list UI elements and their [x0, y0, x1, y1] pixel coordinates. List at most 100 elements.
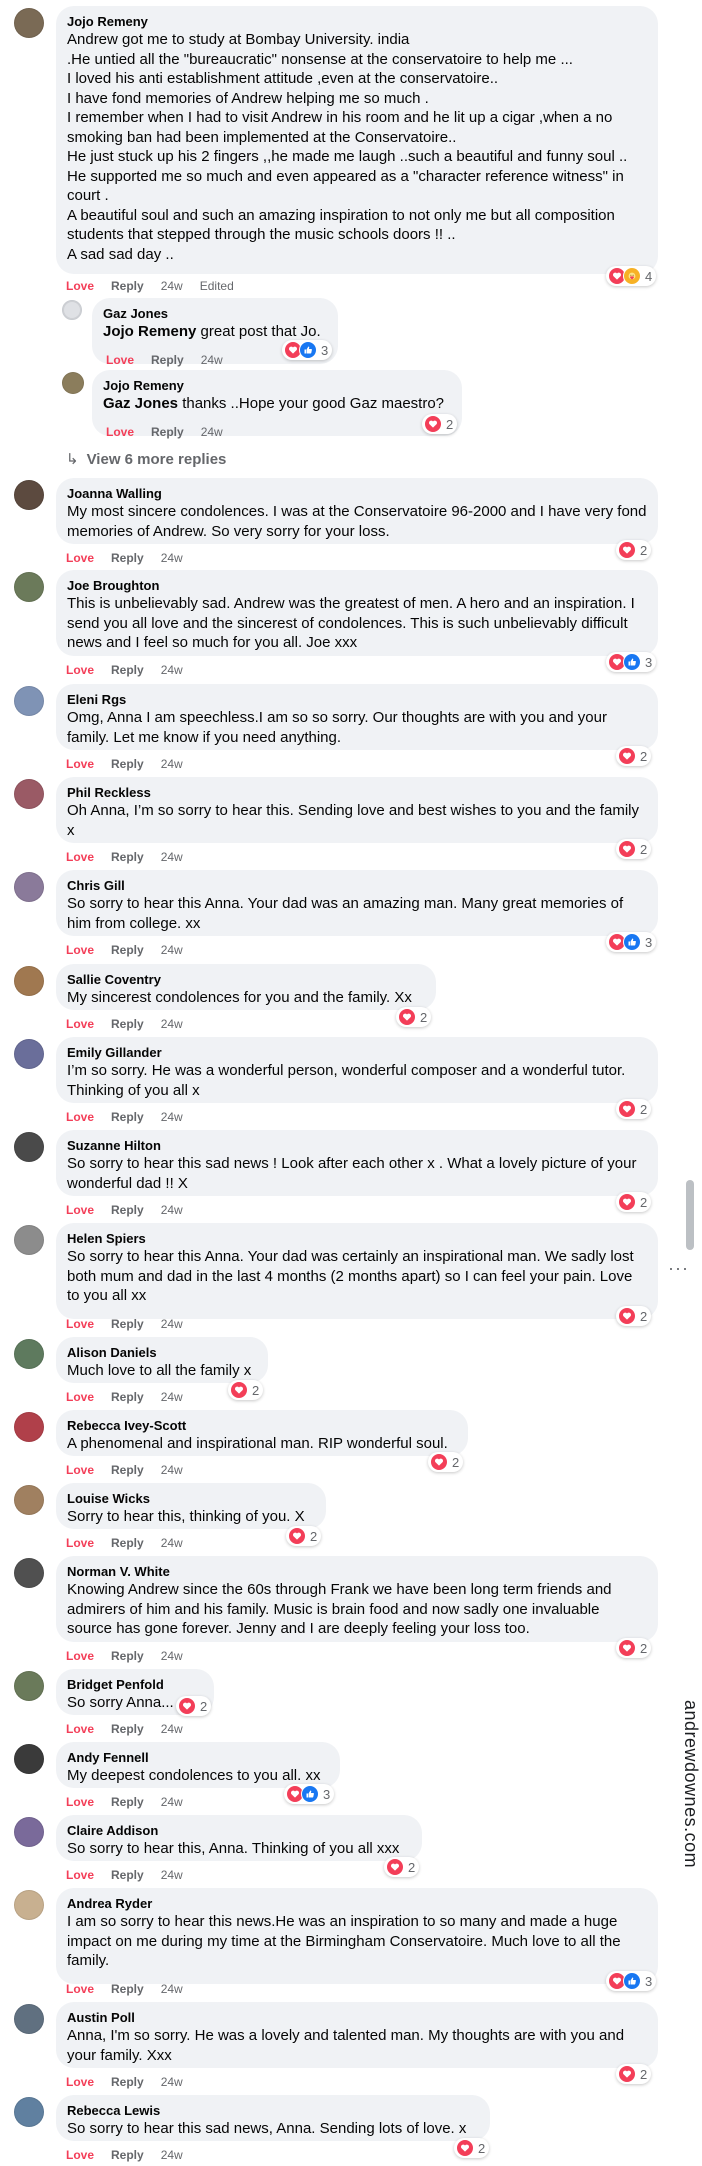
reply-button[interactable]: Reply	[111, 1868, 144, 1882]
commenter-name[interactable]: Jojo Remeny	[103, 377, 451, 394]
reply-button[interactable]: Reply	[111, 1390, 144, 1404]
love-button[interactable]: Love	[66, 551, 94, 565]
reaction-summary[interactable]: 2	[228, 1380, 264, 1400]
reaction-summary[interactable]: 2	[422, 414, 458, 434]
avatar[interactable]	[14, 1558, 44, 1588]
reaction-summary[interactable]: 2	[176, 1696, 212, 1716]
timestamp[interactable]: 24w	[161, 1982, 183, 1996]
reply-button[interactable]: Reply	[111, 1722, 144, 1736]
timestamp[interactable]: 24w	[161, 850, 183, 864]
reaction-summary[interactable]: 2	[616, 1192, 652, 1212]
love-button[interactable]: Love	[106, 353, 134, 367]
reply-button[interactable]: Reply	[111, 2148, 144, 2162]
reply-button[interactable]: Reply	[111, 1017, 144, 1031]
love-button[interactable]: Love	[66, 2075, 94, 2089]
commenter-name[interactable]: Andrea Ryder	[67, 1895, 647, 1912]
commenter-name[interactable]: Phil Reckless	[67, 784, 647, 801]
reaction-summary[interactable]: 2	[286, 1526, 322, 1546]
love-button[interactable]: Love	[66, 1536, 94, 1550]
reaction-summary[interactable]: 2	[384, 1857, 420, 1877]
reaction-summary[interactable]: 2	[616, 839, 652, 859]
avatar[interactable]	[14, 686, 44, 716]
timestamp[interactable]: 24w	[161, 1017, 183, 1031]
avatar[interactable]	[14, 480, 44, 510]
timestamp[interactable]: 24w	[161, 1795, 183, 1809]
reaction-summary[interactable]: 2	[396, 1007, 432, 1027]
love-button[interactable]: Love	[66, 1203, 94, 1217]
reaction-summary[interactable]: 3	[284, 1784, 335, 1804]
timestamp[interactable]: 24w	[161, 1649, 183, 1663]
avatar[interactable]	[14, 1744, 44, 1774]
reaction-summary[interactable]: 3	[606, 1971, 657, 1991]
commenter-name[interactable]: Helen Spiers	[67, 1230, 647, 1247]
timestamp[interactable]: 24w	[161, 1536, 183, 1550]
commenter-name[interactable]: Gaz Jones	[103, 305, 327, 322]
avatar[interactable]	[14, 1039, 44, 1069]
avatar[interactable]	[14, 572, 44, 602]
reply-button[interactable]: Reply	[111, 1982, 144, 1996]
commenter-name[interactable]: Joe Broughton	[67, 577, 647, 594]
reply-button[interactable]: Reply	[151, 353, 184, 367]
timestamp[interactable]: 24w	[161, 2148, 183, 2162]
timestamp[interactable]: 24w	[161, 1868, 183, 1882]
scrollbar-thumb[interactable]	[686, 1180, 694, 1250]
commenter-name[interactable]: Claire Addison	[67, 1822, 411, 1839]
love-button[interactable]: Love	[66, 1795, 94, 1809]
timestamp[interactable]: 24w	[201, 425, 223, 439]
commenter-name[interactable]: Austin Poll	[67, 2009, 647, 2026]
reaction-summary[interactable]: 2	[616, 1638, 652, 1658]
timestamp[interactable]: 24w	[161, 1390, 183, 1404]
reaction-summary[interactable]: 2	[616, 540, 652, 560]
reaction-summary[interactable]: 2	[616, 746, 652, 766]
commenter-name[interactable]: Rebecca Lewis	[67, 2102, 479, 2119]
commenter-name[interactable]: Alison Daniels	[67, 1344, 257, 1361]
reply-button[interactable]: Reply	[111, 1110, 144, 1124]
reply-button[interactable]: Reply	[111, 1317, 144, 1331]
avatar[interactable]	[62, 372, 84, 394]
timestamp[interactable]: 24w	[161, 1203, 183, 1217]
reply-button[interactable]: Reply	[111, 1536, 144, 1550]
reply-button[interactable]: Reply	[111, 943, 144, 957]
love-button[interactable]: Love	[66, 1722, 94, 1736]
reply-button[interactable]: Reply	[111, 2075, 144, 2089]
avatar[interactable]	[14, 1890, 44, 1920]
reply-button[interactable]: Reply	[111, 1649, 144, 1663]
avatar[interactable]	[14, 966, 44, 996]
love-button[interactable]: Love	[66, 279, 94, 293]
love-button[interactable]: Love	[66, 1649, 94, 1663]
mention-tag[interactable]: Gaz Jones	[103, 395, 178, 412]
love-button[interactable]: Love	[66, 850, 94, 864]
reply-button[interactable]: Reply	[111, 1463, 144, 1477]
love-button[interactable]: Love	[66, 1868, 94, 1882]
love-button[interactable]: Love	[66, 663, 94, 677]
reply-button[interactable]: Reply	[111, 757, 144, 771]
reaction-summary[interactable]: 2	[428, 1452, 464, 1472]
commenter-name[interactable]: Bridget Penfold	[67, 1676, 203, 1693]
reaction-summary[interactable]: 3	[606, 932, 657, 952]
reaction-summary[interactable]: 4	[606, 266, 657, 286]
timestamp[interactable]: 24w	[161, 757, 183, 771]
avatar[interactable]	[14, 1671, 44, 1701]
commenter-name[interactable]: Suzanne Hilton	[67, 1137, 647, 1154]
reply-button[interactable]: Reply	[111, 663, 144, 677]
avatar[interactable]	[14, 2004, 44, 2034]
commenter-name[interactable]: Louise Wicks	[67, 1490, 315, 1507]
avatar[interactable]	[14, 1485, 44, 1515]
reaction-summary[interactable]: 3	[606, 652, 657, 672]
timestamp[interactable]: 24w	[161, 1722, 183, 1736]
commenter-name[interactable]: Jojo Remeny	[67, 13, 647, 30]
avatar[interactable]	[14, 1412, 44, 1442]
timestamp[interactable]: 24w	[161, 663, 183, 677]
timestamp[interactable]: 24w	[161, 279, 183, 293]
reaction-summary[interactable]: 2	[616, 1099, 652, 1119]
commenter-name[interactable]: Joanna Walling	[67, 485, 647, 502]
love-button[interactable]: Love	[66, 757, 94, 771]
timestamp[interactable]: 24w	[161, 1317, 183, 1331]
timestamp[interactable]: 24w	[161, 1110, 183, 1124]
love-button[interactable]: Love	[66, 943, 94, 957]
timestamp[interactable]: 24w	[201, 353, 223, 367]
avatar[interactable]	[14, 1339, 44, 1369]
timestamp[interactable]: 24w	[161, 943, 183, 957]
mention-tag[interactable]: Jojo Remeny	[103, 323, 196, 340]
avatar[interactable]	[14, 872, 44, 902]
